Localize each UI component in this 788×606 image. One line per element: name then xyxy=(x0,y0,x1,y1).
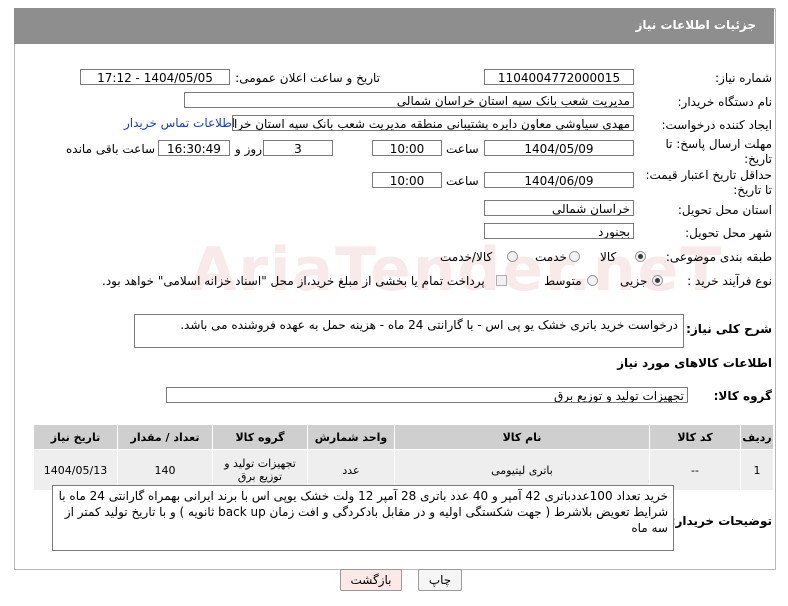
table-header-row: ردیف کد کالا نام کالا واحد شمارش گروه کا… xyxy=(33,424,774,450)
panel-header: جزئیات اطلاعات نیاز xyxy=(14,8,774,44)
category-option-both: کالا/خدمت xyxy=(440,250,493,264)
payment-checkbox[interactable] xyxy=(496,275,507,286)
back-button[interactable]: بازگشت xyxy=(340,569,402,591)
buyer-org-label: نام دستگاه خریدار: xyxy=(677,95,773,109)
reply-date-field: 1404/05/09 xyxy=(484,140,634,156)
contact-info-link[interactable]: اطلاعات تماس خریدار xyxy=(124,116,235,130)
col-group: گروه کالا xyxy=(212,424,308,450)
announce-field: 1404/05/05 - 17:12 xyxy=(80,69,230,85)
creator-label: ایجاد کننده درخواست: xyxy=(661,118,772,132)
process-radio-minor[interactable] xyxy=(652,275,663,286)
col-unit: واحد شمارش xyxy=(307,424,395,450)
buyer-org-field: مدیریت شعب بانک سپه استان خراسان شمالی xyxy=(184,92,634,108)
buyer-notes-label: توضیحات خریدار: xyxy=(670,514,772,528)
category-label: طبقه بندی موضوعی: xyxy=(665,250,772,264)
category-radio-goods[interactable] xyxy=(635,251,646,262)
goods-group-field: تجهیزات تولید و توزیع برق xyxy=(166,387,688,403)
need-number-field: 1104004772000015 xyxy=(484,69,634,85)
watermark-logo: AriaTender.neT xyxy=(190,235,724,305)
province-field: خراسان شمالی xyxy=(484,200,634,216)
goods-table: ردیف کد کالا نام کالا واحد شمارش گروه کا… xyxy=(33,424,774,491)
process-option-medium: متوسط xyxy=(544,274,582,288)
creator-field: مهدی سیاوشی معاون دایره پشتیبانی منطقه م… xyxy=(232,115,634,131)
col-name: نام کالا xyxy=(394,424,650,450)
days-field: 3 xyxy=(263,140,333,156)
category-option-goods: کالا xyxy=(600,250,617,264)
col-code: کد کالا xyxy=(649,424,741,450)
price-deadline-label: حداقل تاریخ اعتبار قیمت: تا تاریخ: xyxy=(645,168,772,197)
category-option-service: خدمت xyxy=(535,250,567,264)
buyer-notes-textarea[interactable]: خرید تعداد 100عددباتری 42 آمپر و 40 عدد … xyxy=(52,485,674,551)
col-quantity: تعداد / مقدار xyxy=(117,424,213,450)
cell-row: 1 xyxy=(740,449,774,491)
reply-time-label: ساعت xyxy=(446,142,479,156)
need-number-label: شماره نیاز: xyxy=(715,71,772,85)
city-field: بجنورد xyxy=(484,223,634,239)
payment-note: پرداخت تمام یا بخشی از مبلغ خرید،از محل … xyxy=(102,274,485,288)
category-radio-service[interactable] xyxy=(569,251,580,262)
days-label: روز و xyxy=(235,142,262,156)
price-date-field: 1404/06/09 xyxy=(484,172,634,188)
description-textarea[interactable]: درخواست خرید باتری خشک یو پی اس - با گار… xyxy=(134,314,684,348)
panel-title: جزئیات اطلاعات نیاز xyxy=(635,18,756,32)
province-label: استان محل تحویل: xyxy=(677,203,772,217)
price-time-field: 10:00 xyxy=(372,172,442,188)
remaining-time-field: 16:30:49 xyxy=(158,140,230,156)
description-label: شرح کلی نیاز: xyxy=(686,322,772,336)
reply-time-field: 10:00 xyxy=(372,140,442,156)
remaining-time-label: ساعت باقی مانده xyxy=(66,142,156,156)
col-need-date: تاریخ نیاز xyxy=(33,424,118,450)
process-radio-medium[interactable] xyxy=(587,275,598,286)
goods-section-title: اطلاعات کالاهای مورد نیاز xyxy=(617,356,772,370)
reply-deadline-label: مهلت ارسال پاسخ: تا تاریخ: xyxy=(665,137,772,166)
price-time-label: ساعت xyxy=(446,174,479,188)
goods-group-label: گروه کالا: xyxy=(713,389,772,403)
category-radio-both[interactable] xyxy=(507,251,518,262)
print-button[interactable]: چاپ xyxy=(418,569,462,591)
announce-label: تاریخ و ساعت اعلان عمومی: xyxy=(235,71,380,85)
city-label: شهر محل تحویل: xyxy=(685,226,772,240)
process-label: نوع فرآیند خرید : xyxy=(687,274,772,288)
process-option-minor: جزیی xyxy=(620,274,648,288)
col-row: ردیف xyxy=(740,424,774,450)
